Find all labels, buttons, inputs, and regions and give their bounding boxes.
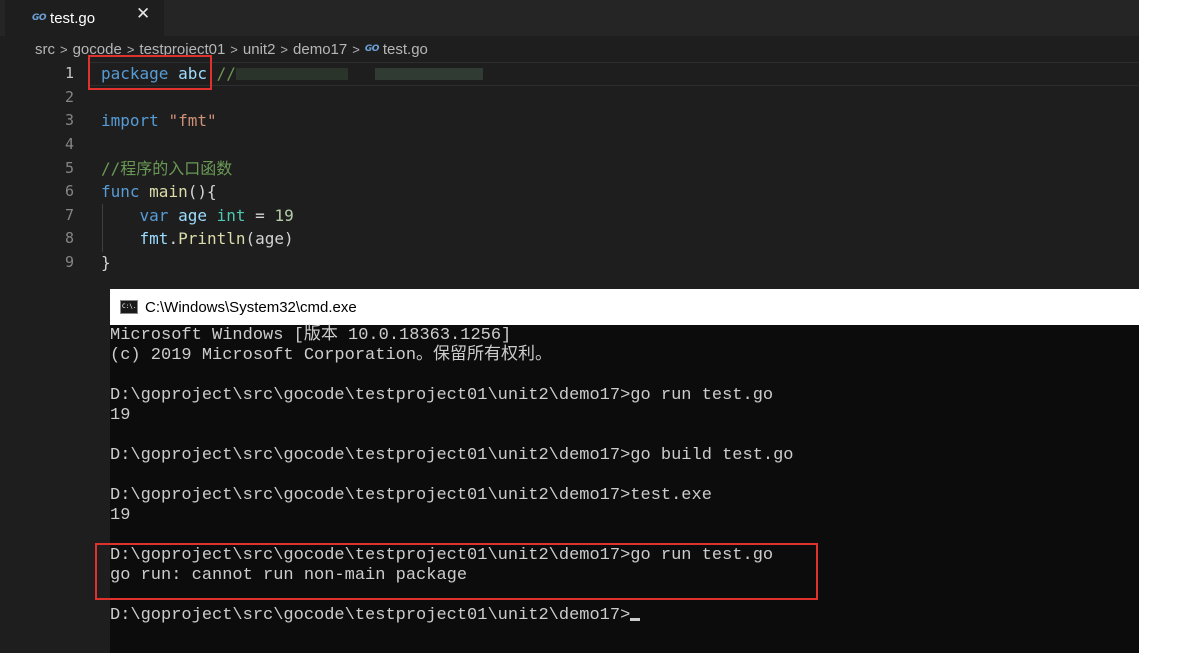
cmd-window[interactable]: C:\. C:\Windows\System32\cmd.exe Microso…: [110, 289, 1139, 653]
code-punctuation: (age): [245, 229, 294, 249]
breadcrumb-item-file[interactable]: test.go: [383, 41, 428, 58]
code-line-4[interactable]: [101, 133, 1131, 157]
number-literal: 19: [274, 205, 294, 225]
terminal-icon: C:\.: [120, 300, 138, 314]
line-number: 3: [64, 111, 74, 130]
code-punctuation: }: [101, 253, 111, 272]
console-line: 19: [110, 506, 131, 525]
cmd-titlebar[interactable]: C:\. C:\Windows\System32\cmd.exe: [110, 289, 1139, 325]
text-cursor: [630, 618, 641, 621]
tab-label: test.go: [50, 9, 96, 27]
chevron-right-icon: >: [126, 41, 135, 57]
chevron-right-icon: >: [280, 41, 289, 57]
close-icon[interactable]: ✕: [136, 4, 150, 24]
line-number: 6: [64, 182, 74, 201]
line-number: 2: [64, 87, 74, 106]
breadcrumb-item-src[interactable]: src: [35, 41, 55, 58]
code-area[interactable]: package abc // import "fmt" //程序的入口函数 fu…: [101, 62, 1131, 275]
code-line-6[interactable]: func main(){: [101, 180, 1131, 204]
console-output[interactable]: Microsoft Windows [版本 10.0.18363.1256] (…: [110, 326, 1139, 626]
line-number-gutter: 1 2 3 4 5 6 7 8 9: [0, 62, 74, 275]
console-line: 19: [110, 406, 131, 425]
console-line: (c) 2019 Microsoft Corporation。保留所有权利。: [110, 346, 553, 365]
keyword-func: func: [101, 182, 140, 202]
code-punctuation: (){: [187, 182, 217, 202]
line-number: 4: [64, 134, 74, 153]
variable-name: age: [178, 205, 207, 225]
console-line: D:\goproject\src\gocode\testproject01\un…: [110, 486, 712, 505]
keyword-package: package: [101, 64, 169, 83]
code-line-8[interactable]: fmt.Println(age): [101, 227, 1131, 251]
console-line: Microsoft Windows [版本 10.0.18363.1256]: [110, 326, 512, 345]
package-ref: fmt: [139, 229, 169, 249]
console-line: go run: cannot run non-main package: [110, 566, 468, 585]
console-line: D:\goproject\src\gocode\testproject01\un…: [110, 546, 774, 565]
console-line: D:\goproject\src\gocode\testproject01\un…: [110, 386, 774, 405]
breadcrumb-item-gocode[interactable]: gocode: [73, 41, 122, 58]
tab-bar: GO test.go ✕: [0, 0, 1139, 36]
breadcrumb-item-testproject01[interactable]: testproject01: [139, 41, 225, 58]
code-line-7[interactable]: var age int = 19: [101, 204, 1131, 228]
tab-test-go[interactable]: GO test.go ✕: [5, 0, 164, 36]
breadcrumb-item-unit2[interactable]: unit2: [243, 41, 276, 58]
breadcrumb-item-demo17[interactable]: demo17: [293, 41, 347, 58]
line-number: 7: [64, 205, 74, 224]
keyword-import: import: [101, 111, 159, 131]
console-prompt: D:\goproject\src\gocode\testproject01\un…: [110, 606, 631, 625]
package-name: abc: [178, 64, 207, 83]
code-comment: //: [216, 64, 236, 83]
code-line-9[interactable]: }: [101, 251, 1131, 275]
code-punctuation: .: [168, 229, 179, 249]
chevron-right-icon: >: [60, 41, 68, 57]
chevron-right-icon: >: [230, 41, 238, 57]
line-number: 1: [64, 64, 74, 82]
redacted-comment: [236, 68, 348, 80]
code-comment: //程序的入口函数: [101, 158, 233, 178]
line-number: 9: [64, 253, 74, 271]
code-operator: =: [245, 205, 275, 225]
go-file-icon: GO: [364, 44, 380, 54]
code-line-5[interactable]: //程序的入口函数: [101, 157, 1131, 181]
code-line-3[interactable]: import "fmt": [101, 109, 1131, 133]
breadcrumb: src > gocode > testproject01 > unit2 > d…: [35, 38, 428, 60]
type-name: int: [216, 205, 246, 225]
function-name: main: [149, 182, 188, 202]
console-prompt-line[interactable]: D:\goproject\src\gocode\testproject01\un…: [110, 606, 1139, 626]
import-path: "fmt": [168, 111, 217, 131]
window-title: C:\Windows\System32\cmd.exe: [145, 298, 357, 316]
function-call: Println: [178, 229, 246, 249]
chevron-right-icon: >: [352, 41, 360, 57]
console-line: D:\goproject\src\gocode\testproject01\un…: [110, 446, 794, 465]
keyword-var: var: [139, 205, 169, 225]
line-number: 8: [64, 229, 74, 248]
go-file-icon: GO: [32, 13, 47, 23]
line-number: 5: [64, 158, 74, 177]
redacted-comment: [375, 68, 483, 80]
code-line-2[interactable]: [101, 86, 1131, 110]
